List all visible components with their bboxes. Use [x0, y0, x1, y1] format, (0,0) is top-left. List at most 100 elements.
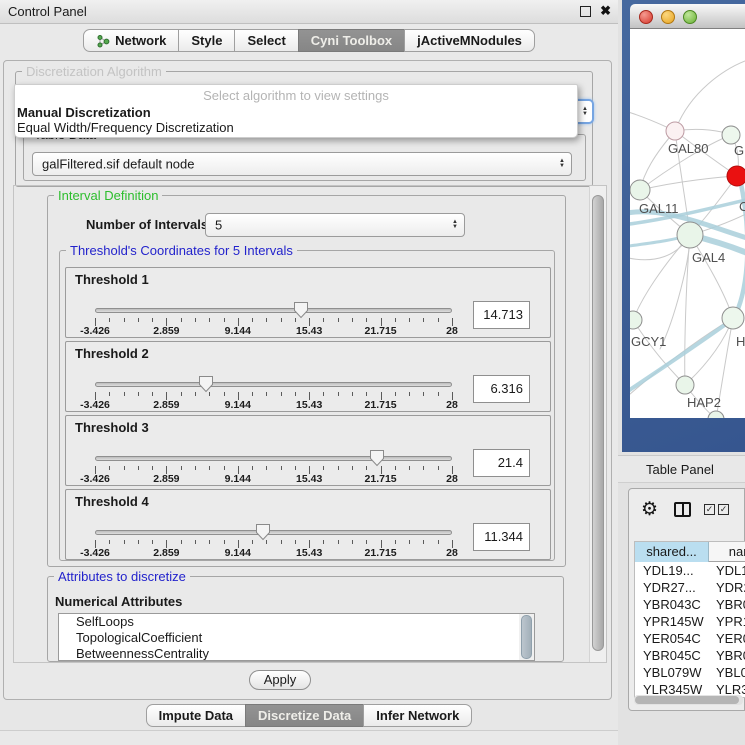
attribute-item-topologicalcoefficient[interactable]: TopologicalCoefficient	[59, 630, 534, 646]
numerical-attributes-list[interactable]: SelfLoopsTopologicalCoefficientBetweenne…	[58, 613, 535, 661]
network-view-window: GAL80G.CGAL11GAL4GCY1HHAP2	[622, 0, 745, 452]
combobox-stepper: ▲ ▼	[559, 159, 565, 169]
column-header-name[interactable]: name	[710, 542, 745, 562]
slider-track[interactable]	[95, 456, 452, 461]
tab-infer-network[interactable]: Infer Network	[363, 704, 472, 727]
network-edge[interactable]	[633, 235, 690, 320]
tab-cyni-toolbox[interactable]: Cyni Toolbox	[298, 29, 405, 52]
table-row[interactable]: YER054CYER0	[635, 630, 745, 647]
tab-label: Discretize Data	[258, 708, 351, 723]
table-row[interactable]: YBR043CYBR0	[635, 596, 745, 613]
table-cell: YPR145W	[635, 613, 709, 630]
attributes-group-title: Attributes to discretize	[54, 569, 190, 584]
node-label-c: C	[739, 199, 745, 214]
table-row[interactable]: YBR045CYBR0	[635, 647, 745, 664]
slider-thumb[interactable]	[293, 301, 309, 319]
checkbox-checked-icon[interactable]: ✓	[704, 504, 715, 515]
network-edge[interactable]	[685, 318, 733, 385]
checkbox-checked-icon[interactable]: ✓	[718, 504, 729, 515]
slider-track[interactable]	[95, 530, 452, 535]
table-row[interactable]: YDL19...YDL1	[635, 562, 745, 579]
table-cell: YBL0	[710, 664, 745, 681]
algorithm-option-manual-discretization[interactable]: Manual Discretization	[17, 105, 151, 120]
network-edge[interactable]	[640, 176, 737, 190]
network-node[interactable]	[708, 411, 724, 418]
column-header-shared[interactable]: shared...	[635, 542, 709, 562]
network-node[interactable]	[727, 166, 745, 186]
network-node[interactable]	[676, 376, 694, 394]
table-row[interactable]: YDR27...YDR2	[635, 579, 745, 596]
table-data-combobox[interactable]: galFiltered.sif default node ▲ ▼	[32, 152, 572, 176]
tab-network[interactable]: Network	[83, 29, 179, 52]
network-edge[interactable]	[675, 61, 745, 131]
popup-hint: Select algorithm to view settings	[15, 88, 577, 103]
attribute-item-betweennesscentrality[interactable]: BetweennessCentrality	[59, 646, 534, 661]
node-label-gcy1: GCY1	[631, 334, 666, 349]
list-scrollbar-thumb[interactable]	[521, 615, 532, 659]
network-node[interactable]	[722, 307, 744, 329]
combobox-stepper: ▲ ▼	[452, 220, 458, 230]
node-label-gal4: GAL4	[692, 250, 725, 265]
tab-jactivemnodules[interactable]: jActiveMNodules	[404, 29, 535, 52]
discretization-group-title: Discretization Algorithm	[22, 64, 166, 79]
table-row[interactable]: YBL079WYBL0	[635, 664, 745, 681]
threshold-label: Threshold 2	[75, 346, 149, 361]
minimize-traffic-light-icon[interactable]	[661, 10, 675, 24]
right-region: GAL80G.CGAL11GAL4GCY1HHAP2 Table Panel ⚙…	[618, 0, 745, 745]
tab-label: Network	[115, 33, 166, 48]
panel-scrollbar[interactable]	[589, 186, 606, 662]
network-node[interactable]	[630, 311, 642, 329]
slider-tick-labels: -3.4262.8599.14415.4321.71528	[95, 399, 452, 411]
close-traffic-light-icon[interactable]	[639, 10, 653, 24]
slider-thumb[interactable]	[198, 375, 214, 393]
tab-discretize-data[interactable]: Discretize Data	[245, 704, 364, 727]
attribute-item-selfloops[interactable]: SelfLoops	[59, 614, 534, 630]
network-canvas[interactable]: GAL80G.CGAL11GAL4GCY1HHAP2	[630, 29, 745, 418]
apply-button[interactable]: Apply	[249, 670, 311, 690]
network-node[interactable]	[677, 222, 703, 248]
network-node[interactable]	[722, 126, 740, 144]
column-layout-icon[interactable]	[674, 502, 691, 517]
table-hscrollbar[interactable]	[634, 695, 743, 705]
numerical-attributes-label: Numerical Attributes	[55, 594, 182, 609]
network-node[interactable]	[666, 122, 684, 140]
threshold-value-field[interactable]: 6.316	[473, 375, 530, 403]
slider-tick-labels: -3.4262.8599.14415.4321.71528	[95, 473, 452, 485]
threshold-value-field[interactable]: 21.4	[473, 449, 530, 477]
network-node[interactable]	[630, 180, 650, 200]
gear-icon[interactable]: ⚙	[641, 498, 658, 521]
threshold-value-field[interactable]: 14.713	[473, 301, 530, 329]
float-window-icon[interactable]	[580, 6, 591, 17]
table-cell: YBR043C	[635, 596, 709, 613]
network-icon	[96, 34, 110, 48]
table-cell: YPR1	[710, 613, 745, 630]
interval-definition-group: Interval Definition Number of Intervals …	[47, 195, 566, 567]
close-icon[interactable]: ✖	[600, 3, 611, 19]
tab-label: Impute Data	[159, 708, 233, 723]
tab-select[interactable]: Select	[234, 29, 298, 52]
combobox-stepper: ▲ ▼	[582, 107, 588, 117]
threshold-panel-3: Threshold 3-3.4262.8599.14415.4321.71528…	[65, 415, 551, 486]
threshold-value-field[interactable]: 11.344	[473, 523, 530, 551]
slider-tick-labels: -3.4262.8599.14415.4321.71528	[95, 325, 452, 337]
panel-scrollbar-thumb[interactable]	[592, 195, 604, 651]
num-intervals-combobox[interactable]: 5 ▲ ▼	[205, 213, 465, 237]
tab-impute-data[interactable]: Impute Data	[146, 704, 246, 727]
network-edge[interactable]	[633, 320, 685, 385]
table-row[interactable]: YPR145WYPR1	[635, 613, 745, 630]
table-toolbar: ⚙ ✓ ✓	[629, 489, 745, 535]
zoom-traffic-light-icon[interactable]	[683, 10, 697, 24]
algorithm-option-equal-width-frequency-discretization[interactable]: Equal Width/Frequency Discretization	[17, 120, 234, 135]
slider-track[interactable]	[95, 308, 452, 313]
threshold-label: Threshold 4	[75, 494, 149, 509]
network-window-titlebar[interactable]	[630, 4, 745, 29]
attribute-items: SelfLoopsTopologicalCoefficientBetweenne…	[59, 614, 534, 661]
slider-thumb[interactable]	[369, 449, 385, 467]
table-panel-title: Table Panel	[646, 462, 714, 477]
tab-style[interactable]: Style	[178, 29, 235, 52]
slider-thumb[interactable]	[255, 523, 271, 541]
slider-track[interactable]	[95, 382, 452, 387]
threshold-panel-2: Threshold 2 -3.4262.8599.14415.4321.71528…	[65, 341, 551, 412]
table-hscrollbar-thumb[interactable]	[635, 696, 739, 704]
list-scrollbar[interactable]	[519, 614, 534, 660]
